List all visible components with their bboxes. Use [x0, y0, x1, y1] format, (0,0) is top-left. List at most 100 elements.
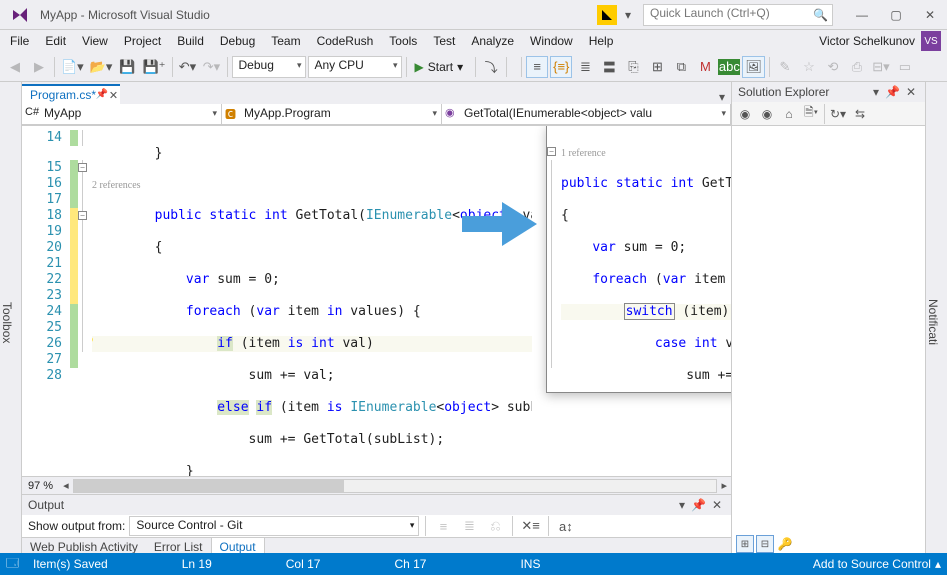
minimize-button[interactable]: —	[845, 3, 879, 27]
menu-help[interactable]: Help	[581, 32, 622, 50]
add-source-control-button[interactable]: Add to Source Control ▴	[813, 557, 941, 571]
feedback-icon[interactable]: ▾	[617, 4, 639, 26]
user-name-label[interactable]: Victor Schelkunov	[819, 34, 915, 48]
coderush-btn-15[interactable]: ⊟▾	[870, 56, 892, 78]
solexp-refresh-button[interactable]: ↻▾	[827, 103, 849, 125]
document-tabs: Program.cs* 📌 ✕ ▾	[22, 82, 731, 104]
scroll-left-button[interactable]: ◂	[59, 479, 73, 492]
menu-project[interactable]: Project	[116, 32, 169, 50]
nav-forward-button[interactable]: ▶	[28, 56, 50, 78]
menu-build[interactable]: Build	[169, 32, 212, 50]
coderush-btn-2[interactable]: {≡}	[550, 56, 572, 78]
coderush-btn-13[interactable]: ⟲	[822, 56, 844, 78]
new-project-button[interactable]: 📄▾	[59, 56, 86, 78]
code-editor[interactable]: 14 15 16 17 18 19 20 21 22 23 24 25 26 2…	[22, 126, 731, 476]
output-btn-2[interactable]: ≣	[458, 515, 480, 537]
coderush-btn-6[interactable]: ⊞	[646, 56, 668, 78]
coderush-btn-11[interactable]: ✎	[774, 56, 796, 78]
save-all-button[interactable]: 💾⁺	[140, 56, 167, 78]
notifications-tab[interactable]: Notificati	[925, 82, 947, 557]
pin-icon[interactable]: 📌	[96, 89, 108, 100]
horizontal-scrollbar[interactable]	[73, 479, 718, 493]
output-btn-3[interactable]: ⎌	[484, 515, 506, 537]
coderush-btn-8[interactable]: M	[694, 56, 716, 78]
solexp-view-1[interactable]: ⊞	[736, 535, 754, 553]
coderush-btn-4[interactable]: 〓	[598, 56, 620, 78]
output-btn-5[interactable]: a↕	[555, 515, 577, 537]
coderush-btn-9[interactable]: abc	[718, 59, 740, 75]
menu-view[interactable]: View	[74, 32, 116, 50]
menu-team[interactable]: Team	[263, 32, 308, 50]
menu-debug[interactable]: Debug	[212, 32, 263, 50]
menu-analyze[interactable]: Analyze	[463, 32, 522, 50]
preview-panel: − 1 reference public static int GetTotal…	[546, 126, 731, 393]
solexp-body[interactable]: ⊞ ⊟ 🔑	[732, 126, 925, 557]
nav-project-combo[interactable]: C#MyApp▾	[22, 104, 222, 125]
notifications-flag-icon[interactable]	[597, 5, 617, 25]
solexp-close-icon[interactable]: ✕	[903, 85, 919, 99]
tab-overflow-caret[interactable]: ▾	[713, 90, 731, 104]
quick-launch-input[interactable]: Quick Launch (Ctrl+Q) 🔍	[643, 4, 833, 26]
coderush-btn-14[interactable]: ⎙	[846, 56, 868, 78]
solexp-fwd-button[interactable]: ◉	[756, 103, 778, 125]
close-button[interactable]: ✕	[913, 3, 947, 27]
title-bar: MyApp - Microsoft Visual Studio ▾ Quick …	[0, 0, 947, 30]
menu-edit[interactable]: Edit	[37, 32, 74, 50]
redo-button[interactable]: ↷▾	[201, 56, 223, 78]
menu-tools[interactable]: Tools	[381, 32, 425, 50]
status-col: Col 17	[286, 557, 321, 571]
solexp-view-2[interactable]: ⊟	[756, 535, 774, 553]
coderush-btn-16[interactable]: ▭	[894, 56, 916, 78]
open-file-button[interactable]: 📂▾	[88, 56, 115, 78]
coderush-btn-10[interactable]: 🖼	[742, 56, 765, 78]
zoom-combo[interactable]: 97 %	[22, 480, 59, 492]
nav-member-combo[interactable]: ◉GetTotal(IEnumerable<object> valu▾	[442, 104, 731, 125]
nav-bar: C#MyApp▾ 🅲MyApp.Program▾ ◉GetTotal(IEnum…	[22, 104, 731, 126]
coderush-btn-12[interactable]: ☆	[798, 56, 820, 78]
vs-logo-icon	[6, 5, 34, 25]
blue-arrow-icon	[462, 202, 537, 246]
maximize-button[interactable]: ▢	[879, 3, 913, 27]
nav-back-button[interactable]: ◀	[4, 56, 26, 78]
code-text-right[interactable]: 1 reference public static int GetTotal(I…	[561, 126, 731, 392]
undo-button[interactable]: ↶▾	[177, 56, 199, 78]
output-source-combo[interactable]: Source Control - Git▾	[129, 516, 419, 536]
output-close-icon[interactable]: ✕	[709, 498, 725, 512]
step-button[interactable]: ⤵	[480, 56, 502, 78]
close-tab-icon[interactable]: ✕	[109, 89, 118, 102]
output-btn-4[interactable]: ✕≡	[519, 515, 541, 537]
lightbulb-icon[interactable]: 💡	[92, 336, 96, 352]
code-text-left[interactable]: } 2 references public static int GetTota…	[92, 126, 532, 476]
coderush-btn-7[interactable]: ⧉	[670, 56, 692, 78]
solexp-key-icon[interactable]: 🔑	[776, 535, 794, 553]
toolbox-tab[interactable]: Toolbox	[0, 82, 22, 557]
solexp-home-button[interactable]: ⌂	[778, 103, 800, 125]
output-dropdown-icon[interactable]: ▾	[676, 498, 688, 512]
coderush-btn-5[interactable]: ⎘	[622, 56, 644, 78]
editor-area: Program.cs* 📌 ✕ ▾ C#MyApp▾ 🅲MyApp.Progra…	[22, 82, 731, 557]
tab-program-cs[interactable]: Program.cs* 📌 ✕	[22, 84, 120, 104]
solexp-pin-icon[interactable]: 📌	[882, 85, 903, 99]
user-badge[interactable]: VS	[921, 31, 941, 51]
coderush-btn-3[interactable]: ≣	[574, 56, 596, 78]
solexp-dropdown-icon[interactable]: ▾	[870, 85, 882, 99]
solexp-back-button[interactable]: ◉	[734, 103, 756, 125]
menu-window[interactable]: Window	[522, 32, 581, 50]
coderush-btn-1[interactable]: ≡	[526, 56, 548, 78]
menu-coderush[interactable]: CodeRush	[309, 32, 382, 50]
config-combo[interactable]: Debug▾	[232, 56, 306, 78]
scroll-right-button[interactable]: ▸	[717, 479, 731, 492]
start-debug-button[interactable]: ▶Start ▾	[411, 56, 472, 78]
output-btn-1[interactable]: ≡	[432, 515, 454, 537]
solexp-sync-button[interactable]: 🗎▾	[800, 103, 822, 125]
menu-file[interactable]: File	[2, 32, 37, 50]
nav-class-combo[interactable]: 🅲MyApp.Program▾	[222, 104, 442, 125]
save-button[interactable]: 💾	[116, 56, 138, 78]
output-pin-icon[interactable]: 📌	[688, 498, 709, 512]
menu-test[interactable]: Test	[425, 32, 463, 50]
solexp-collapse-button[interactable]: ⇆	[849, 103, 871, 125]
outline-bar[interactable]: − −	[78, 126, 92, 476]
menu-bar: File Edit View Project Build Debug Team …	[0, 30, 947, 52]
platform-combo[interactable]: Any CPU▾	[308, 56, 402, 78]
status-bar: 🗔 Item(s) Saved Ln 19 Col 17 Ch 17 INS A…	[0, 553, 947, 575]
